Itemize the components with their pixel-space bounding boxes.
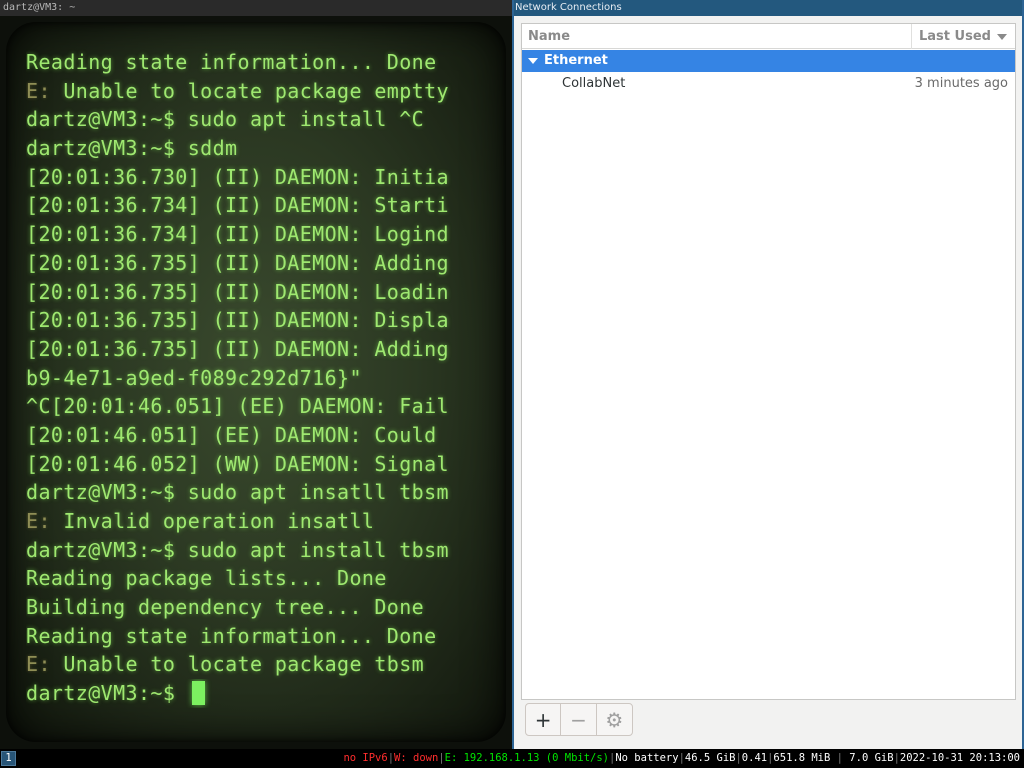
list-header: Name Last Used: [522, 24, 1015, 49]
terminal-output: Reading state information... Done E: Unab…: [26, 48, 492, 708]
terminal-line-text: Reading package lists... Done: [26, 566, 387, 591]
load-status: 0.41: [741, 752, 768, 764]
expand-arrow-icon[interactable]: [528, 58, 538, 64]
terminal-line: Reading state information... Done: [26, 622, 492, 651]
terminal-prompt-line[interactable]: dartz@VM3:~$: [26, 679, 492, 708]
workspace-button[interactable]: 1: [1, 751, 16, 766]
disk-status: 46.5 GiB: [684, 752, 736, 764]
terminal-line: Reading state information... Done: [26, 48, 492, 77]
terminal-line: E: Unable to locate package tbsm: [26, 650, 492, 679]
terminal-line-text: [20:01:46.051] (EE) DAEMON: Could: [26, 422, 437, 447]
terminal-line-text: Reading state information... Done: [26, 623, 437, 648]
terminal-line: dartz@VM3:~$ sudo apt insatll tbsm: [26, 478, 492, 507]
terminal-line: dartz@VM3:~$ sudo apt install tbsm: [26, 536, 492, 565]
terminal-line: E: Invalid operation insatll: [26, 507, 492, 536]
terminal-cursor: [191, 681, 205, 706]
terminal-line: [20:01:46.052] (WW) DAEMON: Signal: [26, 450, 492, 479]
connection-toolbar: + − ⚙: [525, 703, 633, 736]
terminal-line: [20:01:36.735] (II) DAEMON: Adding: [26, 335, 492, 364]
terminal-line-text: dartz@VM3:~$ sudo apt install ^C: [26, 107, 425, 132]
wireless-status: W: down: [394, 752, 439, 764]
group-row-ethernet[interactable]: Ethernet: [522, 50, 1015, 72]
ethernet-status: E: 192.168.1.13 (0 Mbit/s): [444, 752, 610, 764]
connection-row-collabnet[interactable]: CollabNet 3 minutes ago: [522, 73, 1015, 95]
terminal-line-text: dartz@VM3:~$ sddm: [26, 136, 238, 161]
terminal-line-text: [20:01:36.734] (II) DAEMON: Starti: [26, 193, 449, 218]
gear-icon[interactable]: ⚙: [597, 704, 632, 735]
column-header-last-used-label: Last Used: [919, 29, 991, 44]
status-items: no IPv6|W: down|E: 192.168.1.13 (0 Mbit/…: [343, 752, 1020, 764]
terminal-line-text: dartz@VM3:~$ sudo apt insatll tbsm: [26, 480, 449, 505]
connection-name: CollabNet: [562, 76, 626, 91]
column-header-last-used[interactable]: Last Used: [911, 24, 1017, 49]
terminal-line: [20:01:36.735] (II) DAEMON: Displa: [26, 306, 492, 335]
terminal-line: [20:01:46.051] (EE) DAEMON: Could: [26, 421, 492, 450]
terminal-line-text: Unable to locate package emptty: [50, 78, 450, 103]
terminal-line-text: ^C[20:01:46.051] (EE) DAEMON: Fail: [26, 394, 449, 419]
network-connections-window[interactable]: Network Connections Name Last Used Ether…: [512, 0, 1024, 749]
ipv6-status: no IPv6: [343, 752, 388, 764]
terminal-title: dartz@VM3: ~: [0, 0, 512, 16]
error-prefix: E:: [26, 652, 51, 677]
terminal-line-text: dartz@VM3:~$ sudo apt install tbsm: [26, 537, 449, 562]
terminal-line: [20:01:36.730] (II) DAEMON: Initia: [26, 163, 492, 192]
terminal-line-text: [20:01:36.735] (II) DAEMON: Adding: [26, 250, 449, 275]
terminal-line-text: b9-4e71-a9ed-f089c292d716}": [26, 365, 362, 390]
connection-list[interactable]: Name Last Used Ethernet CollabNet 3 minu…: [521, 23, 1016, 700]
terminal-line: Reading package lists... Done: [26, 564, 492, 593]
terminal-line-text: Invalid operation insatll: [50, 509, 375, 533]
terminal-line-text: Reading state information... Done: [26, 50, 437, 74]
terminal-line-text: [20:01:46.052] (WW) DAEMON: Signal: [26, 451, 449, 476]
group-label: Ethernet: [544, 53, 608, 68]
terminal-line: E: Unable to locate package emptty: [26, 77, 492, 106]
terminal-line: ^C[20:01:46.051] (EE) DAEMON: Fail: [26, 392, 492, 421]
status-bar: 1 no IPv6|W: down|E: 192.168.1.13 (0 Mbi…: [0, 749, 1024, 768]
error-prefix: E:: [26, 78, 51, 103]
terminal-screen[interactable]: Reading state information... Done E: Unab…: [6, 22, 506, 742]
terminal-line: [20:01:36.734] (II) DAEMON: Logind: [26, 220, 492, 249]
memory-status: 651.8 MiB: [773, 752, 831, 764]
memory-total-status: 7.0 GiB: [849, 752, 894, 764]
remove-connection-button[interactable]: −: [561, 704, 597, 735]
datetime-status: 2022-10-31 20:13:00: [899, 752, 1020, 764]
terminal-line: Building dependency tree... Done: [26, 593, 492, 622]
terminal-line: dartz@VM3:~$ sudo apt install ^C: [26, 105, 492, 134]
terminal-prompt: dartz@VM3:~$: [26, 681, 188, 706]
terminal-line: [20:01:36.734] (II) DAEMON: Starti: [26, 191, 492, 220]
terminal-line: b9-4e71-a9ed-f089c292d716}": [26, 364, 492, 393]
network-window-title: Network Connections: [514, 0, 1022, 16]
terminal-window[interactable]: dartz@VM3: ~ Reading state information..…: [0, 0, 512, 749]
terminal-line-text: Building dependency tree... Done: [26, 595, 425, 620]
terminal-line-text: [20:01:36.735] (II) DAEMON: Displa: [26, 308, 449, 333]
terminal-line-text: [20:01:36.734] (II) DAEMON: Logind: [26, 222, 449, 247]
connection-last-used: 3 minutes ago: [914, 76, 1008, 91]
terminal-line: [20:01:36.735] (II) DAEMON: Loadin: [26, 278, 492, 307]
terminal-line-text: Unable to locate package tbsm: [50, 652, 425, 677]
terminal-line: dartz@VM3:~$ sddm: [26, 134, 492, 163]
battery-status: No battery: [615, 752, 679, 764]
terminal-line-text: [20:01:36.735] (II) DAEMON: Adding: [26, 336, 449, 361]
column-header-name[interactable]: Name: [528, 24, 570, 49]
terminal-line: [20:01:36.735] (II) DAEMON: Adding: [26, 249, 492, 278]
error-prefix: E:: [26, 509, 51, 533]
terminal-line-text: [20:01:36.730] (II) DAEMON: Initia: [26, 164, 449, 189]
add-connection-button[interactable]: +: [526, 704, 562, 735]
terminal-line-text: [20:01:36.735] (II) DAEMON: Loadin: [26, 279, 449, 304]
sort-descending-icon: [997, 34, 1007, 40]
